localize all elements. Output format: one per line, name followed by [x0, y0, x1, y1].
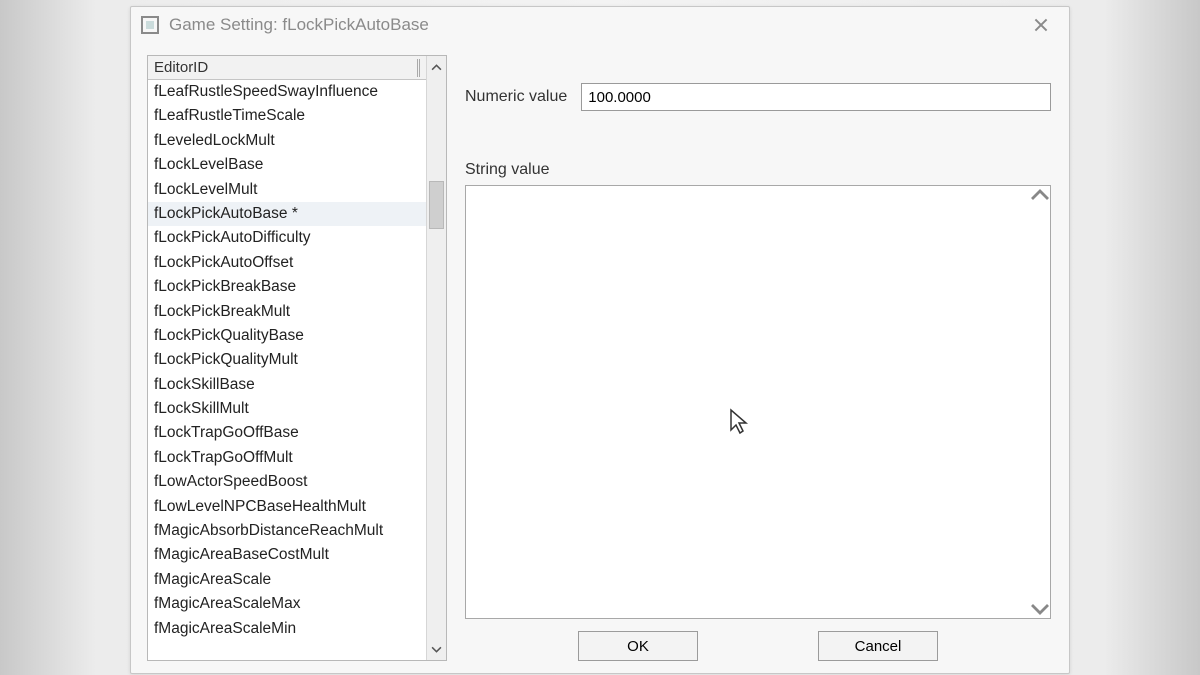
- list-item[interactable]: fLockSkillMult: [148, 397, 426, 421]
- list-item[interactable]: fMagicAreaScaleMin: [148, 617, 426, 641]
- scroll-track[interactable]: [427, 76, 446, 640]
- scroll-up-button[interactable]: [427, 58, 446, 76]
- string-scrollbar[interactable]: [1030, 186, 1050, 618]
- scroll-down-button[interactable]: [427, 640, 446, 658]
- list-item[interactable]: fLockPickAutoBase *: [148, 202, 426, 226]
- list-item[interactable]: fMagicAreaScale: [148, 568, 426, 592]
- chevron-up-icon: [431, 62, 442, 73]
- list-item[interactable]: fLockPickBreakBase: [148, 275, 426, 299]
- list-item[interactable]: fMagicAreaScaleMax: [148, 592, 426, 616]
- dialog-client-area: EditorID fLeafRustleSpeedSwayInfluencefL…: [131, 43, 1069, 673]
- chevron-down-icon: [1030, 599, 1050, 619]
- list-item[interactable]: fLeveledLockMult: [148, 129, 426, 153]
- string-group: String value: [465, 161, 1051, 619]
- list-item[interactable]: fLockPickAutoOffset: [148, 251, 426, 275]
- list-item[interactable]: fLockPickBreakMult: [148, 300, 426, 324]
- title-bar[interactable]: Game Setting: fLockPickAutoBase: [131, 7, 1069, 43]
- numeric-label: Numeric value: [465, 88, 567, 106]
- list-item[interactable]: fLowActorSpeedBoost: [148, 470, 426, 494]
- editorid-listbox[interactable]: EditorID fLeafRustleSpeedSwayInfluencefL…: [148, 56, 426, 660]
- string-label: String value: [465, 161, 1051, 179]
- list-item[interactable]: fMagicAbsorbDistanceReachMult: [148, 519, 426, 543]
- list-item[interactable]: fLockTrapGoOffBase: [148, 421, 426, 445]
- dialog-window: Game Setting: fLockPickAutoBase EditorID…: [130, 6, 1070, 674]
- right-pane: Numeric value String value: [465, 55, 1051, 661]
- list-vertical-scrollbar[interactable]: [426, 56, 446, 660]
- chevron-down-icon: [431, 644, 442, 655]
- string-value-textarea[interactable]: [466, 186, 1030, 618]
- list-item[interactable]: fLockLevelBase: [148, 153, 426, 177]
- list-item[interactable]: fLowLevelNPCBaseHealthMult: [148, 495, 426, 519]
- list-item[interactable]: fLockPickQualityMult: [148, 348, 426, 372]
- numeric-row: Numeric value: [465, 83, 1051, 111]
- close-icon: [1034, 18, 1048, 32]
- numeric-value-input[interactable]: [581, 83, 1051, 111]
- string-scroll-up[interactable]: [1030, 186, 1050, 204]
- dialog-buttons: OK Cancel: [465, 631, 1051, 661]
- list-item[interactable]: fMagicAreaBaseCostMult: [148, 543, 426, 567]
- list-item[interactable]: fLockLevelMult: [148, 178, 426, 202]
- chevron-up-icon: [1030, 185, 1050, 205]
- string-value-box: [465, 185, 1051, 619]
- list-item[interactable]: fLockSkillBase: [148, 373, 426, 397]
- column-resize-grip[interactable]: [417, 59, 420, 77]
- list-item[interactable]: fLeafRustleSpeedSwayInfluence: [148, 80, 426, 104]
- list-items[interactable]: fLeafRustleSpeedSwayInfluencefLeafRustle…: [148, 80, 426, 660]
- list-item[interactable]: fLockPickQualityBase: [148, 324, 426, 348]
- list-item[interactable]: fLockTrapGoOffMult: [148, 446, 426, 470]
- string-scroll-down[interactable]: [1030, 600, 1050, 618]
- list-item[interactable]: fLockPickAutoDifficulty: [148, 226, 426, 250]
- list-item[interactable]: fLeafRustleTimeScale: [148, 104, 426, 128]
- column-header-editorid[interactable]: EditorID: [154, 59, 413, 76]
- window-title: Game Setting: fLockPickAutoBase: [169, 15, 429, 35]
- list-header[interactable]: EditorID: [148, 56, 426, 80]
- app-icon: [141, 16, 159, 34]
- cancel-button[interactable]: Cancel: [818, 631, 938, 661]
- scroll-thumb[interactable]: [429, 181, 444, 229]
- close-button[interactable]: [1019, 11, 1063, 39]
- editorid-list: EditorID fLeafRustleSpeedSwayInfluencefL…: [147, 55, 447, 661]
- ok-button[interactable]: OK: [578, 631, 698, 661]
